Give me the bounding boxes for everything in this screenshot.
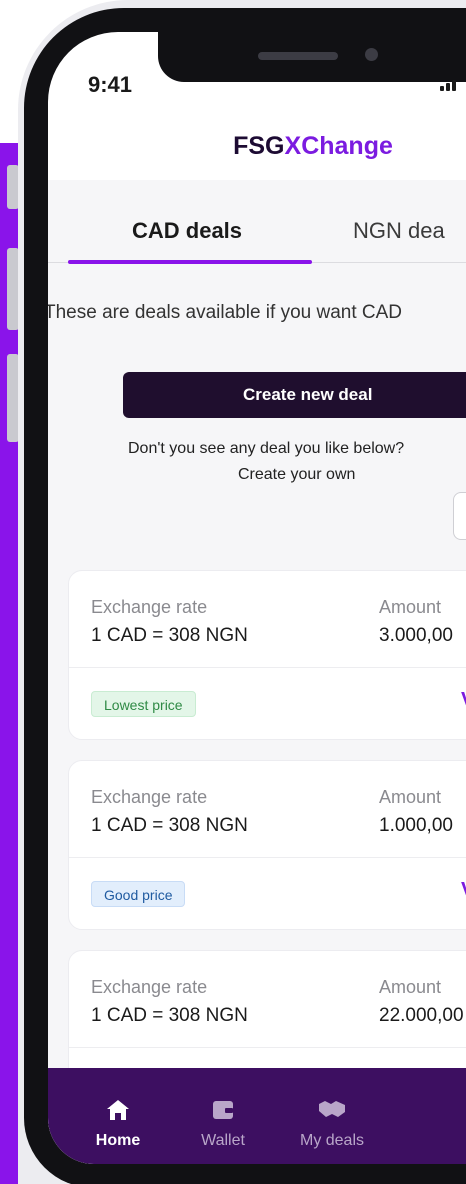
nav-item-home[interactable]: Home xyxy=(68,1068,168,1164)
front-camera xyxy=(365,48,378,61)
brand-part-xchange: XChange xyxy=(284,132,393,160)
nav-label-home: Home xyxy=(95,1132,141,1149)
exchange-rate-label: Exchange rate xyxy=(91,977,208,997)
view-deal-link[interactable]: V xyxy=(461,689,466,712)
card-divider xyxy=(69,1047,466,1048)
deal-card[interactable]: Exchange rate 1 CAD = 308 NGN Amount 1.0… xyxy=(68,760,466,930)
card-divider xyxy=(69,667,466,668)
nav-label-my-deals: My deals xyxy=(299,1132,365,1149)
nav-item-my-deals[interactable]: My deals xyxy=(282,1068,382,1164)
deal-card[interactable]: Exchange rate 1 CAD = 308 NGN Amount 3.0… xyxy=(68,570,466,740)
amount-label: Amount xyxy=(379,597,442,617)
brand-part-fsg: FSG xyxy=(233,132,285,160)
wallet-icon xyxy=(213,1101,233,1119)
deal-tabs: CAD deals NGN dea xyxy=(48,180,466,270)
bottom-navigation: Home Wallet My deals xyxy=(48,1068,466,1164)
exchange-rate-label: Exchange rate xyxy=(91,597,208,617)
filter-button[interactable] xyxy=(453,492,466,540)
app-header: FSGXChange xyxy=(48,112,466,180)
status-time: 9:41 xyxy=(88,72,133,97)
view-deal-link[interactable]: V xyxy=(461,879,466,902)
tab-cad-deals[interactable]: CAD deals xyxy=(132,218,242,244)
handshake-icon xyxy=(319,1101,345,1117)
price-badge: Good price xyxy=(91,881,186,907)
amount-label: Amount xyxy=(379,787,442,807)
phone-notch xyxy=(158,32,466,82)
card-divider xyxy=(69,857,466,858)
speaker-grille xyxy=(258,52,338,60)
exchange-rate-value: 1 CAD = 308 NGN xyxy=(91,625,248,646)
active-tab-indicator xyxy=(68,260,312,264)
exchange-rate-value: 1 CAD = 308 NGN xyxy=(91,815,248,836)
hint-line-1: Don't you see any deal you like below? xyxy=(128,440,405,457)
price-badge: Lowest price xyxy=(91,691,196,717)
home-icon xyxy=(107,1100,129,1120)
phone-screen: 9:41 FSGXChange CAD deals NGN dea These … xyxy=(48,32,466,1164)
hint-line-2: Create your own xyxy=(238,466,356,483)
tab-ngn-deals[interactable]: NGN dea xyxy=(353,218,445,244)
create-new-deal-button[interactable]: Create new deal xyxy=(123,372,466,418)
amount-label: Amount xyxy=(379,977,442,997)
amount-value: 3.000,00 xyxy=(379,625,453,646)
amount-value: 22.000,00 xyxy=(379,1005,464,1026)
signal-icon xyxy=(440,80,456,91)
info-text: These are deals available if you want CA… xyxy=(48,302,403,323)
exchange-rate-label: Exchange rate xyxy=(91,787,208,807)
app-title: FSGXChange xyxy=(233,132,393,160)
amount-value: 1.000,00 xyxy=(379,815,453,836)
exchange-rate-value: 1 CAD = 308 NGN xyxy=(91,1005,248,1026)
nav-item-wallet[interactable]: Wallet xyxy=(173,1068,273,1164)
nav-label-wallet: Wallet xyxy=(201,1132,245,1149)
